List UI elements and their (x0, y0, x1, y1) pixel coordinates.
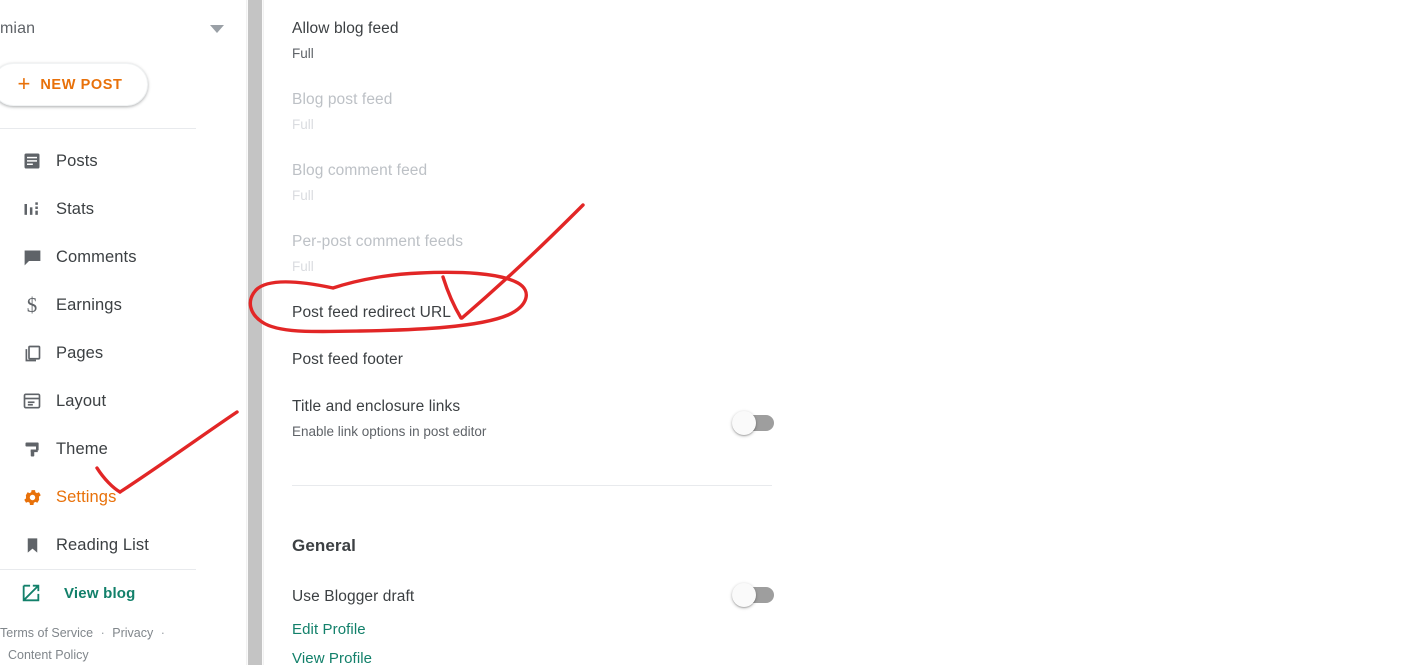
setting-value: Full (292, 259, 314, 274)
sidebar-item-reading-list[interactable]: Reading List (0, 521, 248, 569)
blog-selector[interactable]: mian (0, 9, 236, 49)
setting-per-post-comment-feeds[interactable]: Per-post comment feeds Full (292, 231, 772, 277)
toggle-knob (732, 583, 756, 607)
terms-of-service-link[interactable]: Terms of Service (0, 626, 93, 640)
setting-blog-post-feed[interactable]: Blog post feed Full (292, 89, 772, 135)
pages-icon (20, 341, 44, 365)
dollar-icon: $ (26, 292, 38, 317)
toggle-use-blogger-draft[interactable] (732, 583, 776, 607)
setting-title: Blog comment feed (292, 162, 428, 179)
sidebar-item-pages[interactable]: Pages (0, 329, 248, 377)
setting-title: Blog post feed (292, 91, 393, 108)
sidebar-item-theme[interactable]: Theme (0, 425, 248, 473)
setting-subtitle: Enable link options in post editor (292, 424, 487, 439)
setting-allow-blog-feed[interactable]: Allow blog feed Full (292, 18, 772, 64)
chevron-down-icon[interactable] (210, 25, 224, 33)
content-policy-link[interactable]: Content Policy (8, 644, 240, 665)
setting-title-and-enclosure-links[interactable]: Title and enclosure links Enable link op… (292, 396, 772, 442)
setting-title: Allow blog feed (292, 20, 399, 37)
toggle-title-and-enclosure-links[interactable] (732, 411, 776, 435)
sidebar-item-label: Theme (56, 439, 108, 458)
legal-footer: Terms of Service · Privacy · Content Pol… (0, 622, 240, 665)
setting-post-feed-redirect-url[interactable]: Post feed redirect URL (292, 302, 772, 324)
view-blog-link[interactable]: View blog (0, 569, 248, 617)
external-link-icon (20, 582, 42, 604)
setting-use-blogger-draft[interactable]: Use Blogger draft (292, 586, 772, 608)
view-profile-link[interactable]: View Profile (292, 650, 372, 665)
gear-icon (20, 485, 44, 509)
setting-post-feed-footer[interactable]: Post feed footer (292, 349, 772, 371)
blog-name-label: mian (0, 20, 36, 37)
settings-content: Allow blog feed Full Blog post feed Full… (264, 0, 1407, 665)
sidebar-item-label: Comments (56, 247, 137, 266)
vertical-scrollbar-thumb[interactable] (248, 0, 262, 665)
section-divider (292, 485, 772, 486)
plus-icon: + (17, 70, 31, 96)
edit-profile-link[interactable]: Edit Profile (292, 621, 366, 638)
sidebar: mian + NEW POST Posts Stats Comments $ E… (0, 0, 248, 665)
theme-icon (20, 437, 44, 461)
comments-icon (20, 245, 44, 269)
setting-blog-comment-feed[interactable]: Blog comment feed Full (292, 160, 772, 206)
sidebar-item-posts[interactable]: Posts (0, 137, 248, 185)
setting-value: Full (292, 46, 314, 61)
stats-icon (20, 197, 44, 221)
sidebar-item-label: Reading List (56, 535, 149, 554)
sidebar-item-comments[interactable]: Comments (0, 233, 248, 281)
sidebar-divider-top (0, 128, 196, 129)
privacy-link[interactable]: Privacy (112, 626, 153, 640)
setting-title: Post feed footer (292, 351, 404, 368)
new-post-label: NEW POST (40, 76, 123, 93)
setting-title: Post feed redirect URL (292, 304, 451, 321)
layout-icon (20, 389, 44, 413)
sidebar-item-label: Stats (56, 199, 95, 218)
setting-title: Title and enclosure links (292, 398, 461, 415)
setting-title: Use Blogger draft (292, 588, 415, 605)
sidebar-item-label: Earnings (56, 295, 122, 314)
section-heading-general: General (292, 536, 357, 555)
toggle-knob (732, 411, 756, 435)
sidebar-item-label: Pages (56, 343, 104, 362)
view-blog-label: View blog (64, 584, 136, 602)
sidebar-item-label: Layout (56, 391, 107, 410)
legal-separator: · (160, 626, 165, 640)
sidebar-item-stats[interactable]: Stats (0, 185, 248, 233)
setting-title: Per-post comment feeds (292, 233, 464, 250)
sidebar-item-layout[interactable]: Layout (0, 377, 248, 425)
sidebar-item-earnings[interactable]: $ Earnings (0, 281, 248, 329)
posts-icon (20, 149, 44, 173)
setting-value: Full (292, 188, 314, 203)
sidebar-item-settings[interactable]: Settings (0, 473, 248, 521)
sidebar-item-label: Settings (56, 487, 117, 506)
setting-value: Full (292, 117, 314, 132)
blogger-settings-page: mian + NEW POST Posts Stats Comments $ E… (0, 0, 1407, 665)
sidebar-item-label: Posts (56, 151, 98, 170)
bookmark-icon (20, 533, 44, 557)
legal-separator: · (100, 626, 105, 640)
new-post-button[interactable]: + NEW POST (0, 63, 148, 106)
